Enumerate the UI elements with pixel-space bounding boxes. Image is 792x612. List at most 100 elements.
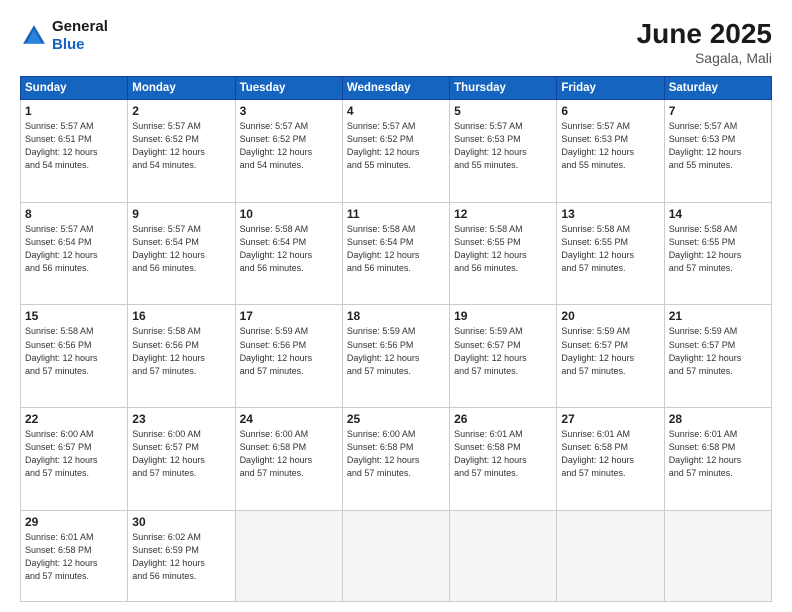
- day-info: Sunrise: 5:58 AM Sunset: 6:54 PM Dayligh…: [347, 223, 445, 275]
- table-row: 26Sunrise: 6:01 AM Sunset: 6:58 PM Dayli…: [450, 408, 557, 511]
- table-row: 23 Sunrise: 6:00 AM Sunset: 6:57 PM Dayli…: [128, 408, 235, 511]
- table-row: 20 Sunrise: 5:59 AM Sunset: 6:57 PM Dayli…: [557, 305, 664, 408]
- table-row: 13 Sunrise: 5:58 AM Sunset: 6:55 PM Dayli…: [557, 202, 664, 305]
- day-number: 14: [669, 207, 767, 221]
- table-row: 3 Sunrise: 5:57 AM Sunset: 6:52 PM Daylig…: [235, 100, 342, 203]
- day-number: 15: [25, 309, 123, 323]
- day-info: Sunrise: 5:59 AM Sunset: 6:57 PM Dayligh…: [454, 325, 552, 377]
- table-row: 8 Sunrise: 5:57 AM Sunset: 6:54 PM Daylig…: [21, 202, 128, 305]
- day-info: Sunrise: 5:57 AM Sunset: 6:53 PM Dayligh…: [561, 120, 659, 172]
- day-info: Sunrise: 6:01 AM Sunset: 6:58 PM Dayligh…: [454, 428, 552, 480]
- table-row: 4 Sunrise: 5:57 AM Sunset: 6:52 PM Daylig…: [342, 100, 449, 203]
- weekday-header-wednesday: Wednesday: [342, 77, 449, 100]
- table-row: 11 Sunrise: 5:58 AM Sunset: 6:54 PM Dayli…: [342, 202, 449, 305]
- day-number: 22: [25, 412, 123, 426]
- day-info: Sunrise: 5:57 AM Sunset: 6:52 PM Dayligh…: [347, 120, 445, 172]
- weekday-header-sunday: Sunday: [21, 77, 128, 100]
- table-row: 27 Sunrise: 6:01 AM Sunset: 6:58 PM Dayli…: [557, 408, 664, 511]
- day-info: Sunrise: 5:58 AM Sunset: 6:55 PM Dayligh…: [454, 223, 552, 275]
- day-info: Sunrise: 5:57 AM Sunset: 6:52 PM Dayligh…: [240, 120, 338, 172]
- day-info: Sunrise: 5:57 AM Sunset: 6:53 PM Dayligh…: [669, 120, 767, 172]
- day-info: Sunrise: 5:57 AM Sunset: 6:52 PM Dayligh…: [132, 120, 230, 172]
- weekday-header-tuesday: Tuesday: [235, 77, 342, 100]
- table-row: 14 Sunrise: 5:58 AM Sunset: 6:55 PM Dayli…: [664, 202, 771, 305]
- day-number: 28: [669, 412, 767, 426]
- logo-icon: [20, 22, 48, 50]
- table-row: 19Sunrise: 5:59 AM Sunset: 6:57 PM Dayli…: [450, 305, 557, 408]
- table-row: [450, 510, 557, 601]
- table-row: 6 Sunrise: 5:57 AM Sunset: 6:53 PM Daylig…: [557, 100, 664, 203]
- day-number: 4: [347, 104, 445, 118]
- day-info: Sunrise: 5:59 AM Sunset: 6:57 PM Dayligh…: [561, 325, 659, 377]
- day-info: Sunrise: 5:58 AM Sunset: 6:54 PM Dayligh…: [240, 223, 338, 275]
- day-info: Sunrise: 5:57 AM Sunset: 6:54 PM Dayligh…: [25, 223, 123, 275]
- calendar-table: SundayMondayTuesdayWednesdayThursdayFrid…: [20, 76, 772, 602]
- day-info: Sunrise: 6:00 AM Sunset: 6:58 PM Dayligh…: [240, 428, 338, 480]
- table-row: 7 Sunrise: 5:57 AM Sunset: 6:53 PM Daylig…: [664, 100, 771, 203]
- table-row: 5 Sunrise: 5:57 AM Sunset: 6:53 PM Daylig…: [450, 100, 557, 203]
- day-number: 29: [25, 515, 123, 529]
- location: Sagala, Mali: [637, 50, 772, 66]
- page: General Blue June 2025 Sagala, Mali Sund…: [0, 0, 792, 612]
- day-number: 16: [132, 309, 230, 323]
- table-row: [342, 510, 449, 601]
- logo: General Blue: [20, 18, 108, 54]
- table-row: 17Sunrise: 5:59 AM Sunset: 6:56 PM Dayli…: [235, 305, 342, 408]
- day-number: 23: [132, 412, 230, 426]
- day-number: 3: [240, 104, 338, 118]
- header: General Blue June 2025 Sagala, Mali: [20, 18, 772, 66]
- table-row: 2 Sunrise: 5:57 AM Sunset: 6:52 PM Daylig…: [128, 100, 235, 203]
- day-info: Sunrise: 5:57 AM Sunset: 6:53 PM Dayligh…: [454, 120, 552, 172]
- table-row: [664, 510, 771, 601]
- day-info: Sunrise: 5:59 AM Sunset: 6:56 PM Dayligh…: [347, 325, 445, 377]
- day-number: 24: [240, 412, 338, 426]
- day-number: 11: [347, 207, 445, 221]
- day-info: Sunrise: 6:01 AM Sunset: 6:58 PM Dayligh…: [25, 531, 123, 583]
- weekday-header-saturday: Saturday: [664, 77, 771, 100]
- logo-text: General Blue: [52, 18, 108, 54]
- day-info: Sunrise: 5:58 AM Sunset: 6:55 PM Dayligh…: [561, 223, 659, 275]
- table-row: 25Sunrise: 6:00 AM Sunset: 6:58 PM Dayli…: [342, 408, 449, 511]
- day-info: Sunrise: 6:00 AM Sunset: 6:57 PM Dayligh…: [25, 428, 123, 480]
- day-number: 7: [669, 104, 767, 118]
- day-info: Sunrise: 6:00 AM Sunset: 6:57 PM Dayligh…: [132, 428, 230, 480]
- table-row: 22 Sunrise: 6:00 AM Sunset: 6:57 PM Dayli…: [21, 408, 128, 511]
- day-info: Sunrise: 5:58 AM Sunset: 6:56 PM Dayligh…: [132, 325, 230, 377]
- day-number: 12: [454, 207, 552, 221]
- day-number: 21: [669, 309, 767, 323]
- table-row: 10Sunrise: 5:58 AM Sunset: 6:54 PM Dayli…: [235, 202, 342, 305]
- table-row: 16 Sunrise: 5:58 AM Sunset: 6:56 PM Dayli…: [128, 305, 235, 408]
- day-number: 27: [561, 412, 659, 426]
- day-info: Sunrise: 6:01 AM Sunset: 6:58 PM Dayligh…: [561, 428, 659, 480]
- title-block: June 2025 Sagala, Mali: [637, 18, 772, 66]
- table-row: [557, 510, 664, 601]
- table-row: 12 Sunrise: 5:58 AM Sunset: 6:55 PM Dayli…: [450, 202, 557, 305]
- day-number: 1: [25, 104, 123, 118]
- day-info: Sunrise: 5:58 AM Sunset: 6:55 PM Dayligh…: [669, 223, 767, 275]
- table-row: 30 Sunrise: 6:02 AM Sunset: 6:59 PM Dayli…: [128, 510, 235, 601]
- day-info: Sunrise: 5:59 AM Sunset: 6:56 PM Dayligh…: [240, 325, 338, 377]
- table-row: 18 Sunrise: 5:59 AM Sunset: 6:56 PM Dayli…: [342, 305, 449, 408]
- day-info: Sunrise: 5:59 AM Sunset: 6:57 PM Dayligh…: [669, 325, 767, 377]
- day-number: 13: [561, 207, 659, 221]
- day-number: 6: [561, 104, 659, 118]
- day-number: 18: [347, 309, 445, 323]
- table-row: [235, 510, 342, 601]
- month-title: June 2025: [637, 18, 772, 50]
- day-info: Sunrise: 6:00 AM Sunset: 6:58 PM Dayligh…: [347, 428, 445, 480]
- day-info: Sunrise: 5:58 AM Sunset: 6:56 PM Dayligh…: [25, 325, 123, 377]
- table-row: 28Sunrise: 6:01 AM Sunset: 6:58 PM Dayli…: [664, 408, 771, 511]
- day-info: Sunrise: 5:57 AM Sunset: 6:54 PM Dayligh…: [132, 223, 230, 275]
- day-number: 8: [25, 207, 123, 221]
- day-number: 5: [454, 104, 552, 118]
- day-info: Sunrise: 5:57 AM Sunset: 6:51 PM Dayligh…: [25, 120, 123, 172]
- day-number: 2: [132, 104, 230, 118]
- table-row: 9 Sunrise: 5:57 AM Sunset: 6:54 PM Daylig…: [128, 202, 235, 305]
- table-row: 29 Sunrise: 6:01 AM Sunset: 6:58 PM Dayli…: [21, 510, 128, 601]
- day-info: Sunrise: 6:02 AM Sunset: 6:59 PM Dayligh…: [132, 531, 230, 583]
- day-number: 30: [132, 515, 230, 529]
- day-number: 9: [132, 207, 230, 221]
- table-row: 15 Sunrise: 5:58 AM Sunset: 6:56 PM Dayli…: [21, 305, 128, 408]
- weekday-header-thursday: Thursday: [450, 77, 557, 100]
- day-number: 20: [561, 309, 659, 323]
